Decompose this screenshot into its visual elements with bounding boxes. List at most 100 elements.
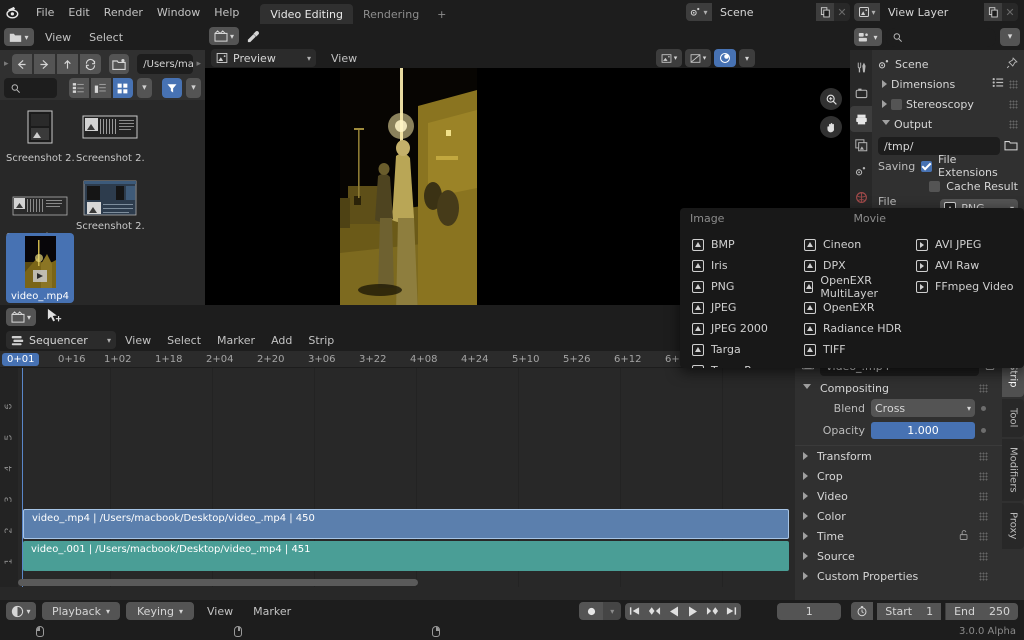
panel-transform[interactable]: Transform	[795, 446, 1002, 466]
panel-grip-icon[interactable]	[979, 451, 988, 461]
sequencer-editor-type-icon[interactable]: ▾	[6, 308, 36, 326]
preset-list-icon[interactable]	[992, 77, 1004, 91]
properties-options-chevron-down-icon[interactable]: ▾	[1000, 28, 1020, 46]
disclosure-triangle-icon[interactable]	[882, 100, 887, 108]
format-item-png[interactable]: PNG	[690, 276, 792, 297]
format-item-openexr[interactable]: OpenEXR	[802, 297, 904, 318]
preview-editor-type-icon[interactable]: ▾	[209, 27, 239, 45]
panel-grip-icon[interactable]	[979, 531, 988, 541]
prev-keyframe-icon[interactable]	[644, 602, 665, 620]
preview-hand-pan-icon[interactable]	[820, 116, 842, 138]
format-item-jpeg[interactable]: JPEG	[690, 297, 792, 318]
seq-menu-strip[interactable]: Strip	[301, 332, 341, 349]
workspace-tab-rendering[interactable]: Rendering	[353, 4, 429, 24]
sidebar-tab-tool[interactable]: Tool	[1002, 399, 1024, 437]
eyedropper-icon[interactable]	[243, 29, 263, 44]
format-item-targa-raw[interactable]: Targa Raw	[690, 360, 792, 368]
file-item[interactable]: Screenshot 2...	[76, 104, 144, 164]
panel-compositing[interactable]: Compositing	[795, 378, 1002, 398]
next-keyframe-icon[interactable]	[702, 602, 723, 620]
format-item-avi-jpeg[interactable]: AVI JPEG	[914, 234, 1024, 255]
folder-icon[interactable]	[1004, 139, 1018, 154]
format-item-ffmpeg-video[interactable]: FFmpeg Video	[914, 276, 1024, 297]
animate-property-icon[interactable]	[981, 427, 986, 433]
end-frame-field[interactable]: End 250	[945, 602, 1018, 620]
workspace-tab-video-editing[interactable]: Video Editing	[260, 4, 353, 24]
play-reverse-icon[interactable]	[664, 602, 684, 620]
sequencer-view-type-dropdown[interactable]: Sequencer ▾	[6, 331, 116, 349]
display-mode-thumbnails[interactable]	[112, 78, 133, 98]
sidebar-tab-proxy[interactable]: Proxy	[1002, 503, 1024, 549]
new-folder-button[interactable]	[108, 54, 130, 74]
scene-name-field[interactable]: Scene	[712, 3, 816, 21]
format-item-cineon[interactable]: Cineon	[802, 234, 904, 255]
file-menu-select[interactable]: Select	[82, 29, 130, 46]
refresh-button[interactable]	[79, 54, 101, 74]
display-mode-list-vertical[interactable]	[68, 78, 89, 98]
panel-crop[interactable]: Crop	[795, 466, 1002, 486]
disclosure-triangle-icon[interactable]	[882, 80, 887, 88]
blender-logo-icon[interactable]	[6, 4, 23, 21]
scene-selector[interactable]: ▾ Scene ✕	[686, 3, 850, 21]
tweak-cursor-icon[interactable]	[46, 308, 64, 327]
format-item-openexr-multilayer[interactable]: OpenEXR MultiLayer	[802, 274, 904, 300]
panel-grip-icon[interactable]	[1009, 119, 1018, 129]
panel-color[interactable]: Color	[795, 506, 1002, 526]
jump-start-icon[interactable]	[625, 602, 645, 620]
menu-window[interactable]: Window	[150, 4, 207, 21]
seq-menu-select[interactable]: Select	[160, 332, 208, 349]
file-item[interactable]: Screenshot 2...	[6, 104, 74, 164]
new-scene-icon[interactable]	[816, 3, 834, 21]
menu-edit[interactable]: Edit	[61, 4, 96, 21]
gizmo-overlay-icon[interactable]	[714, 49, 736, 67]
overlay-options-chevron-down-icon[interactable]: ▾	[739, 49, 755, 67]
chevron-down-icon[interactable]: ▾	[107, 336, 111, 345]
sequencer-strip[interactable]: video_.001 | /Users/macbook/Desktop/vide…	[23, 541, 789, 571]
nav-up-button[interactable]	[57, 54, 78, 74]
filter-options-chevron-down-icon[interactable]: ▾	[185, 78, 202, 98]
opacity-slider[interactable]: 1.000	[871, 421, 975, 439]
file-path-field[interactable]: /Users/macbo...	[137, 54, 193, 74]
view-layer-name-field[interactable]: View Layer	[880, 3, 984, 21]
sequencer-horizontal-scrollbar[interactable]	[18, 579, 418, 586]
panel-custom-properties[interactable]: Custom Properties	[795, 566, 1002, 586]
seq-menu-view[interactable]: View	[118, 332, 158, 349]
disclosure-triangle-icon[interactable]	[803, 552, 808, 560]
region-toggle-icon[interactable]: ▸	[4, 59, 9, 69]
display-options-chevron-down-icon[interactable]: ▾	[136, 78, 152, 98]
disclosure-triangle-icon[interactable]	[803, 492, 808, 500]
sequencer-strip[interactable]: video_.mp4 | /Users/macbook/Desktop/vide…	[23, 509, 789, 539]
format-item-iris[interactable]: Iris	[690, 255, 792, 276]
view-layer-selector[interactable]: ▾ View Layer ✕	[854, 3, 1018, 21]
file-browser-items[interactable]: Screenshot 2... Screenshot 2... Screensh…	[0, 100, 205, 307]
current-frame-badge[interactable]: 0+01	[2, 353, 40, 366]
chevron-down-icon[interactable]: ▾	[106, 607, 110, 616]
preview-zoom-icon[interactable]	[820, 88, 842, 110]
file-item-video[interactable]: video_.mp4	[6, 233, 74, 303]
region-toggle-right-icon[interactable]: ▸	[197, 59, 202, 69]
panel-source[interactable]: Source	[795, 546, 1002, 566]
jump-end-icon[interactable]	[722, 602, 742, 620]
menu-render[interactable]: Render	[97, 4, 150, 21]
format-item-tiff[interactable]: TIFF	[802, 339, 904, 360]
file-extensions-checkbox[interactable]	[921, 160, 933, 172]
format-item-targa[interactable]: Targa	[690, 339, 792, 360]
sequencer-playhead[interactable]	[22, 368, 23, 587]
panel-grip-icon[interactable]	[979, 491, 988, 501]
properties-tab-world[interactable]	[850, 184, 872, 210]
display-mode-list-horizontal[interactable]	[90, 78, 111, 98]
panel-grip-icon[interactable]	[1009, 79, 1018, 89]
file-item[interactable]: Screenshot 2...	[76, 178, 144, 232]
format-item-bmp[interactable]: BMP	[690, 234, 792, 255]
disclosure-triangle-icon[interactable]	[882, 119, 890, 129]
seq-menu-marker[interactable]: Marker	[210, 332, 262, 349]
timeline-editor-type-icon[interactable]: ▾	[6, 602, 36, 620]
sidebar-tab-modifiers[interactable]: Modifiers	[1002, 439, 1024, 501]
timeline-menu-view[interactable]: View	[200, 603, 240, 620]
unlink-scene-icon[interactable]: ✕	[834, 3, 850, 21]
panel-grip-icon[interactable]	[979, 551, 988, 561]
remove-view-layer-icon[interactable]: ✕	[1002, 3, 1018, 21]
panel-output[interactable]: Output	[878, 114, 1018, 134]
keying-popover-button[interactable]: Keying ▾	[126, 602, 194, 620]
file-format-menu[interactable]: Image Movie BMP Iris PNG JPEG JPEG 2000 …	[680, 208, 1024, 368]
